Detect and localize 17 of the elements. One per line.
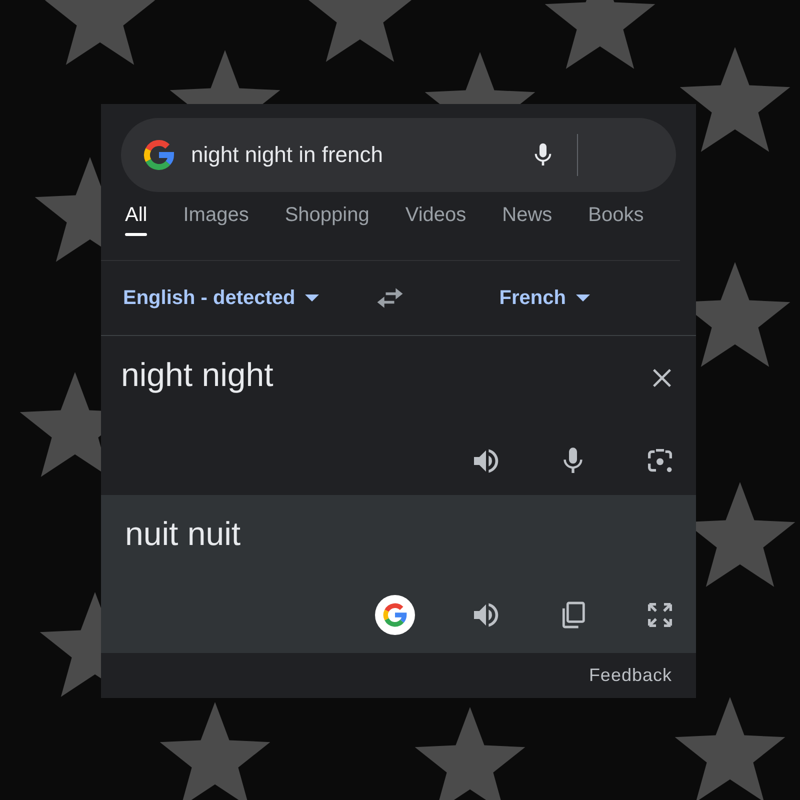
dropdown-caret-icon [305, 294, 320, 302]
search-tab[interactable]: Videos [405, 192, 466, 260]
search-tab[interactable]: Books [588, 192, 644, 260]
search-tab[interactable]: Images [183, 192, 249, 260]
search-tab[interactable]: News [502, 192, 552, 260]
target-language-dropdown[interactable]: French [499, 286, 590, 310]
dropdown-caret-icon [576, 294, 590, 302]
feedback-link[interactable]: Feedback [588, 665, 672, 686]
source-text[interactable]: night night [121, 356, 274, 394]
search-field[interactable]: night night in french [121, 118, 676, 192]
google-logo-icon [381, 601, 409, 629]
search-tab[interactable]: Shopping [284, 192, 370, 260]
translated-text: nuit nuit [125, 515, 241, 553]
google-button[interactable] [375, 595, 415, 635]
google-logo-icon [141, 137, 177, 173]
search-tab[interactable]: All [125, 192, 148, 260]
source-language-dropdown[interactable]: English - detected [123, 286, 320, 310]
